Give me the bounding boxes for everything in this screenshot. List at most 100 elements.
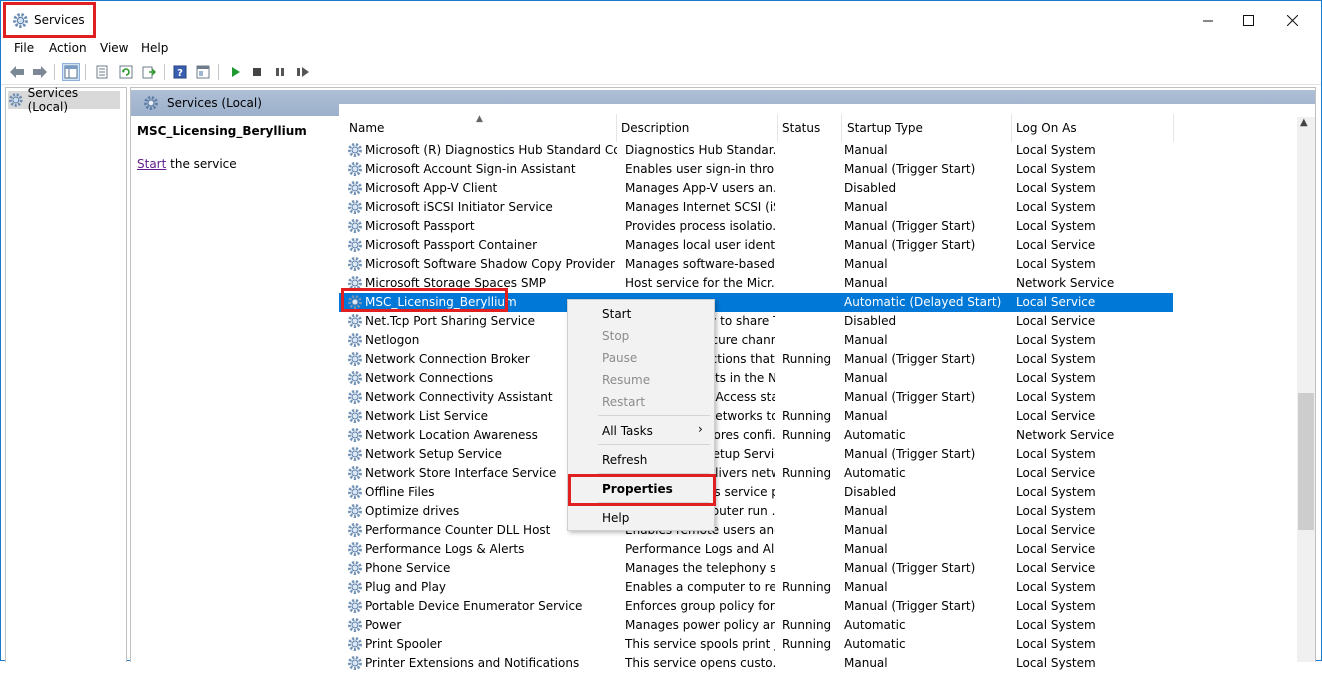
table-row[interactable]: Net.Tcp Port Sharing ServiceProvides abi… (339, 312, 1173, 331)
service-startup-type-cell: Automatic (844, 618, 906, 632)
service-status-cell: Running (782, 352, 832, 366)
context-menu-refresh[interactable]: Refresh (602, 453, 647, 467)
table-row[interactable]: Optimize drivesHelps the computer run ..… (339, 502, 1173, 521)
service-startup-type-cell: Disabled (844, 485, 897, 499)
refresh-icon[interactable] (117, 63, 135, 81)
gear-icon (8, 93, 23, 107)
maximize-button[interactable] (1225, 1, 1271, 39)
service-description-cell: Enforces group policy for... (625, 599, 775, 613)
tree-item-label: Services (Local) (27, 86, 79, 114)
table-row[interactable]: Microsoft iSCSI Initiator Service Manages… (339, 198, 1173, 217)
service-gear-icon (347, 389, 363, 405)
scroll-up-icon[interactable]: ▲ (1300, 117, 1308, 128)
table-row[interactable]: Plug and Play Enables a computer to re...… (339, 578, 1173, 597)
toolbar-separator (164, 64, 165, 80)
back-arrow-icon[interactable] (8, 63, 26, 81)
table-row[interactable]: Printer Extensions and Notifications This… (339, 654, 1173, 673)
service-gear-icon (347, 237, 363, 253)
service-description-cell: Performance Logs and Al... (625, 542, 775, 556)
menu-help[interactable]: Help (141, 41, 168, 55)
close-button[interactable] (1269, 1, 1315, 39)
column-header-description[interactable]: Description (617, 114, 778, 142)
service-description-cell: Manages the telephony s... (625, 561, 775, 575)
table-row[interactable]: Network Location AwarenessCollects and s… (339, 426, 1173, 445)
service-gear-icon (347, 446, 363, 462)
service-startup-type-cell: Manual (844, 504, 888, 518)
forward-arrow-icon[interactable] (31, 63, 49, 81)
service-description-cell: Enables user sign-in thro... (625, 162, 775, 176)
tree-item-services-local[interactable]: Services (Local) (8, 86, 120, 114)
service-startup-type-cell: Manual (844, 542, 888, 556)
service-gear-icon (347, 218, 363, 234)
menu-file[interactable]: File (14, 41, 34, 55)
service-gear-icon (347, 655, 363, 671)
table-row[interactable]: Performance Logs & Alerts Performance Log… (339, 540, 1173, 559)
table-row[interactable]: Network Connectivity AssistantProvides D… (339, 388, 1173, 407)
export-list-icon[interactable] (93, 63, 111, 81)
context-menu-resume: Resume (602, 373, 651, 387)
service-startup-type-cell: Automatic (844, 428, 906, 442)
selected-row-highlight-box (341, 288, 508, 312)
context-menu-all-tasks[interactable]: All Tasks (602, 424, 653, 438)
table-row[interactable]: Microsoft App-V Client Manages App-V user… (339, 179, 1173, 198)
context-menu-help[interactable]: Help (602, 511, 629, 525)
service-gear-icon (347, 636, 363, 652)
table-row[interactable]: NetlogonMaintains a secure chann...Manua… (339, 331, 1173, 350)
menu-action[interactable]: Action (49, 41, 87, 55)
console-tree: Services (Local) (5, 86, 127, 662)
service-name-cell: Performance Logs & Alerts (365, 542, 525, 556)
service-log-on-as-cell: Local Service (1016, 542, 1096, 556)
table-row[interactable]: Network ConnectionsManages objects in th… (339, 369, 1173, 388)
table-row[interactable]: Network Setup ServiceThe Network Setup S… (339, 445, 1173, 464)
service-description-cell: Manages power policy an... (625, 618, 775, 632)
column-header-log-on-as[interactable]: Log On As (1012, 114, 1174, 142)
table-row[interactable]: Print Spooler This service spools print j… (339, 635, 1173, 654)
restart-icon[interactable] (294, 63, 312, 81)
service-name-cell: Microsoft iSCSI Initiator Service (365, 200, 553, 214)
service-gear-icon (347, 617, 363, 633)
play-icon[interactable] (226, 63, 244, 81)
service-gear-icon (347, 598, 363, 614)
table-row[interactable]: Network Connection BrokerBrokers connect… (339, 350, 1173, 369)
svg-text:?: ? (177, 68, 183, 79)
table-row[interactable]: Phone Service Manages the telephony s... M… (339, 559, 1173, 578)
table-row[interactable]: Microsoft (R) Diagnostics Hub Standard C… (339, 141, 1173, 160)
table-row[interactable]: Network List ServiceIdentifies the netwo… (339, 407, 1173, 426)
table-row[interactable]: Offline FilesThe Offline Files service p… (339, 483, 1173, 502)
table-row[interactable]: Microsoft Account Sign-in Assistant Enabl… (339, 160, 1173, 179)
show-hide-tree-icon[interactable] (62, 63, 80, 81)
pause-icon[interactable] (271, 63, 289, 81)
properties-icon[interactable] (194, 63, 212, 81)
table-row[interactable]: Portable Device Enumerator Service Enforc… (339, 597, 1173, 616)
service-log-on-as-cell: Local Service (1016, 561, 1096, 575)
service-description-cell: Diagnostics Hub Standar... (625, 143, 775, 157)
service-gear-icon (347, 484, 363, 500)
column-header-name[interactable]: Name (339, 114, 617, 142)
start-service-link[interactable]: Start (137, 157, 166, 171)
context-menu-start[interactable]: Start (602, 307, 631, 321)
table-row[interactable]: Performance Counter DLL HostEnables remo… (339, 521, 1173, 540)
table-row[interactable]: Microsoft Passport Container Manages loca… (339, 236, 1173, 255)
scrollbar-thumb[interactable] (1298, 393, 1314, 530)
table-row[interactable]: Microsoft Passport Provides process isola… (339, 217, 1173, 236)
vertical-scrollbar[interactable]: ▲ (1297, 117, 1315, 662)
service-name-cell: Portable Device Enumerator Service (365, 599, 583, 613)
service-status-cell: Running (782, 409, 832, 423)
service-status-cell: Running (782, 428, 832, 442)
service-status-cell: Running (782, 618, 832, 632)
export-icon[interactable] (140, 63, 158, 81)
table-row[interactable]: Network Store Interface ServiceThis serv… (339, 464, 1173, 483)
stop-icon[interactable] (248, 63, 266, 81)
table-row[interactable]: Power Manages power policy an... Running Au… (339, 616, 1173, 635)
description-panel: MSC_Licensing_Beryllium Start the servic… (131, 116, 339, 663)
service-startup-type-cell: Manual (Trigger Start) (844, 352, 976, 366)
column-header-status[interactable]: Status (778, 114, 842, 142)
table-row[interactable]: Microsoft Software Shadow Copy Provider M… (339, 255, 1173, 274)
menu-view[interactable]: View (100, 41, 128, 55)
service-startup-type-cell: Manual (844, 656, 888, 670)
column-header-startup-type[interactable]: Startup Type (842, 114, 1012, 142)
service-startup-type-cell: Manual (Trigger Start) (844, 561, 976, 575)
help-icon[interactable]: ? (171, 63, 189, 81)
service-name-cell: Printer Extensions and Notifications (365, 656, 580, 670)
service-description-cell: Manages local user identi... (625, 238, 775, 252)
